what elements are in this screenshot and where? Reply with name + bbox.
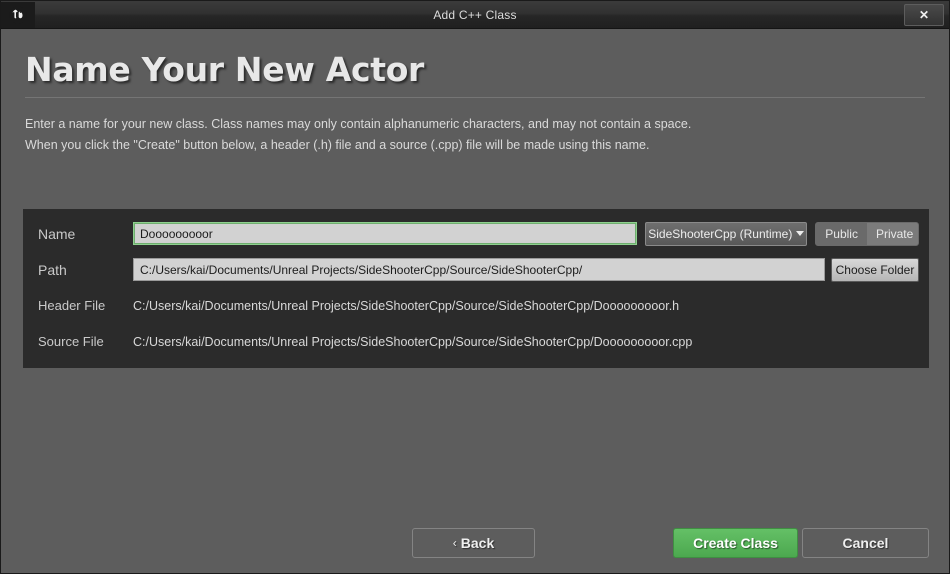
create-class-button[interactable]: Create Class: [673, 528, 798, 558]
add-cpp-class-dialog: Add C++ Class ✕ Name Your New Actor Ente…: [0, 0, 950, 574]
chevron-left-icon: ‹: [452, 536, 457, 550]
path-label: Path: [38, 261, 67, 278]
module-select[interactable]: SideShooterCpp (Runtime): [645, 221, 808, 246]
name-row: Name Dooooooooor SideShooterCpp (Runtime…: [23, 219, 929, 248]
description-line-2: When you click the "Create" button below…: [25, 137, 650, 152]
header-file-value: C:/Users/kai/Documents/Unreal Projects/S…: [133, 298, 680, 313]
source-file-label: Source File: [38, 334, 104, 349]
page-description: Enter a name for your new class. Class n…: [1, 98, 949, 155]
source-file-row: Source File C:/Users/kai/Documents/Unrea…: [23, 327, 929, 356]
visibility-toggle-group: Public Private: [815, 221, 919, 246]
cancel-button[interactable]: Cancel: [802, 528, 929, 558]
window-title: Add C++ Class: [433, 7, 517, 22]
source-file-value: C:/Users/kai/Documents/Unreal Projects/S…: [133, 334, 693, 349]
back-button-label: Back: [460, 535, 495, 551]
description-line-1: Enter a name for your new class. Class n…: [25, 116, 692, 131]
name-label: Name: [38, 225, 76, 242]
path-row: Path C:/Users/kai/Documents/Unreal Proje…: [23, 255, 929, 284]
visibility-private-button[interactable]: Private: [866, 222, 919, 245]
dialog-body: Name Your New Actor Enter a name for you…: [1, 29, 949, 573]
header-file-label: Header File: [38, 298, 106, 313]
choose-folder-button[interactable]: Choose Folder: [831, 257, 919, 282]
class-name-input[interactable]: Dooooooooor: [133, 222, 638, 245]
chevron-down-icon: [796, 231, 805, 236]
header-file-row: Header File C:/Users/kai/Documents/Unrea…: [23, 291, 929, 320]
back-button[interactable]: ‹ Back: [412, 528, 535, 558]
unreal-engine-logo-icon: [1, 1, 35, 28]
dialog-footer: ‹ Back Create Class Cancel: [1, 528, 949, 558]
visibility-public-button[interactable]: Public: [816, 222, 867, 245]
window-titlebar: Add C++ Class ✕: [1, 1, 949, 29]
class-settings-panel: Name Dooooooooor SideShooterCpp (Runtime…: [23, 209, 929, 368]
module-select-value: SideShooterCpp (Runtime): [648, 226, 793, 241]
page-title: Name Your New Actor: [25, 50, 425, 89]
close-icon[interactable]: ✕: [904, 4, 944, 26]
path-input[interactable]: C:/Users/kai/Documents/Unreal Projects/S…: [133, 258, 825, 281]
